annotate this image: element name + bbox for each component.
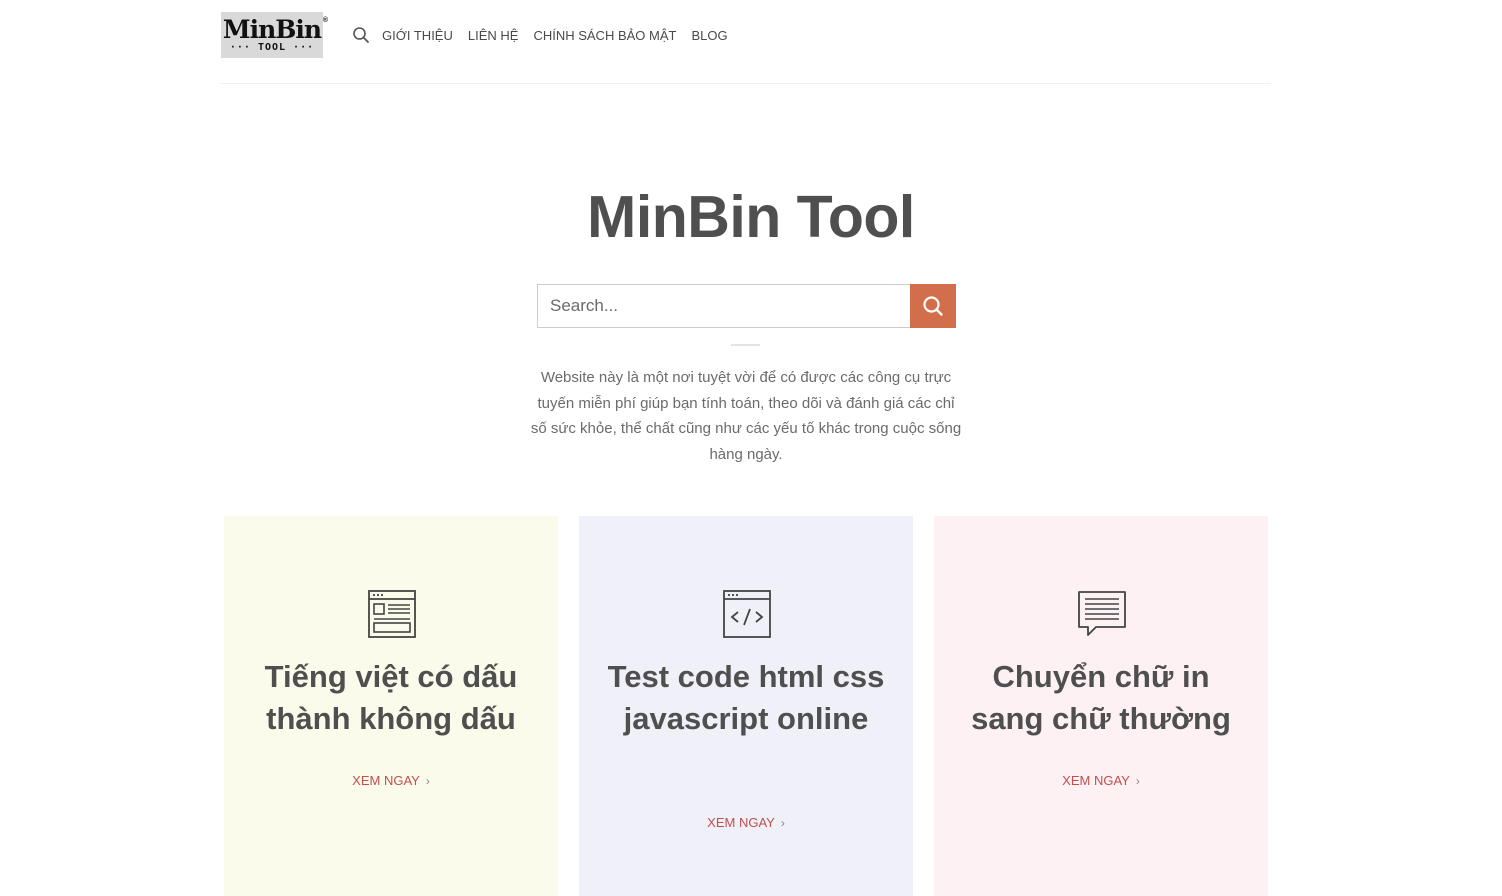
chevron-right-icon: › (780, 816, 785, 830)
tool-card-test-code[interactable]: Test code html css javascript online XEM… (579, 516, 913, 896)
layout-window-icon (368, 590, 416, 638)
main-nav: GIỚI THIỆU LIÊN HỆ CHÍNH SÁCH BẢO MẬT BL… (352, 26, 743, 44)
hero-divider (731, 344, 760, 346)
nav-item-blog[interactable]: BLOG (691, 28, 727, 43)
nav-item-gioi-thieu[interactable]: GIỚI THIỆU (382, 28, 453, 43)
chat-lines-icon (1078, 591, 1126, 636)
logo-subtext: ··· TOOL ··· (229, 42, 315, 53)
registered-mark: ® (322, 17, 329, 24)
site-logo[interactable]: MinBin ® ··· TOOL ··· (221, 12, 328, 58)
logo-text: MinBin (222, 15, 322, 44)
card-title: Chuyển chữ in sang chữ thường (971, 659, 1231, 736)
chevron-right-icon: › (1135, 774, 1140, 788)
card-link-xem-ngay[interactable]: XEM NGAY › (579, 815, 913, 830)
nav-item-chinh-sach[interactable]: CHÍNH SÁCH BẢO MẬT (533, 28, 676, 43)
code-window-icon (723, 590, 771, 638)
hero-description: Website này là một nơi tuyệt vời để có đ… (530, 369, 962, 463)
hero-search (537, 284, 956, 328)
card-link-xem-ngay[interactable]: XEM NGAY › (224, 773, 558, 788)
hero-title: MinBin Tool (587, 184, 915, 250)
card-link-xem-ngay[interactable]: XEM NGAY › (934, 773, 1268, 788)
search-icon[interactable] (352, 26, 370, 44)
tool-card-remove-accents[interactable]: Tiếng việt có dấu thành không dấu XEM NG… (224, 516, 558, 896)
card-title: Tiếng việt có dấu thành không dấu (264, 659, 518, 736)
card-title: Test code html css javascript online (607, 659, 885, 736)
tool-card-uppercase-lowercase[interactable]: Chuyển chữ in sang chữ thường XEM NGAY › (934, 516, 1268, 896)
nav-item-lien-he[interactable]: LIÊN HỆ (468, 28, 519, 43)
search-input[interactable] (537, 284, 910, 328)
search-button[interactable] (910, 284, 956, 328)
header-divider (221, 83, 1271, 84)
site-header: MinBin ® ··· TOOL ··· GIỚI THIỆU LIÊN HỆ … (221, 12, 1271, 58)
chevron-right-icon: › (425, 774, 430, 788)
search-icon (923, 296, 943, 316)
